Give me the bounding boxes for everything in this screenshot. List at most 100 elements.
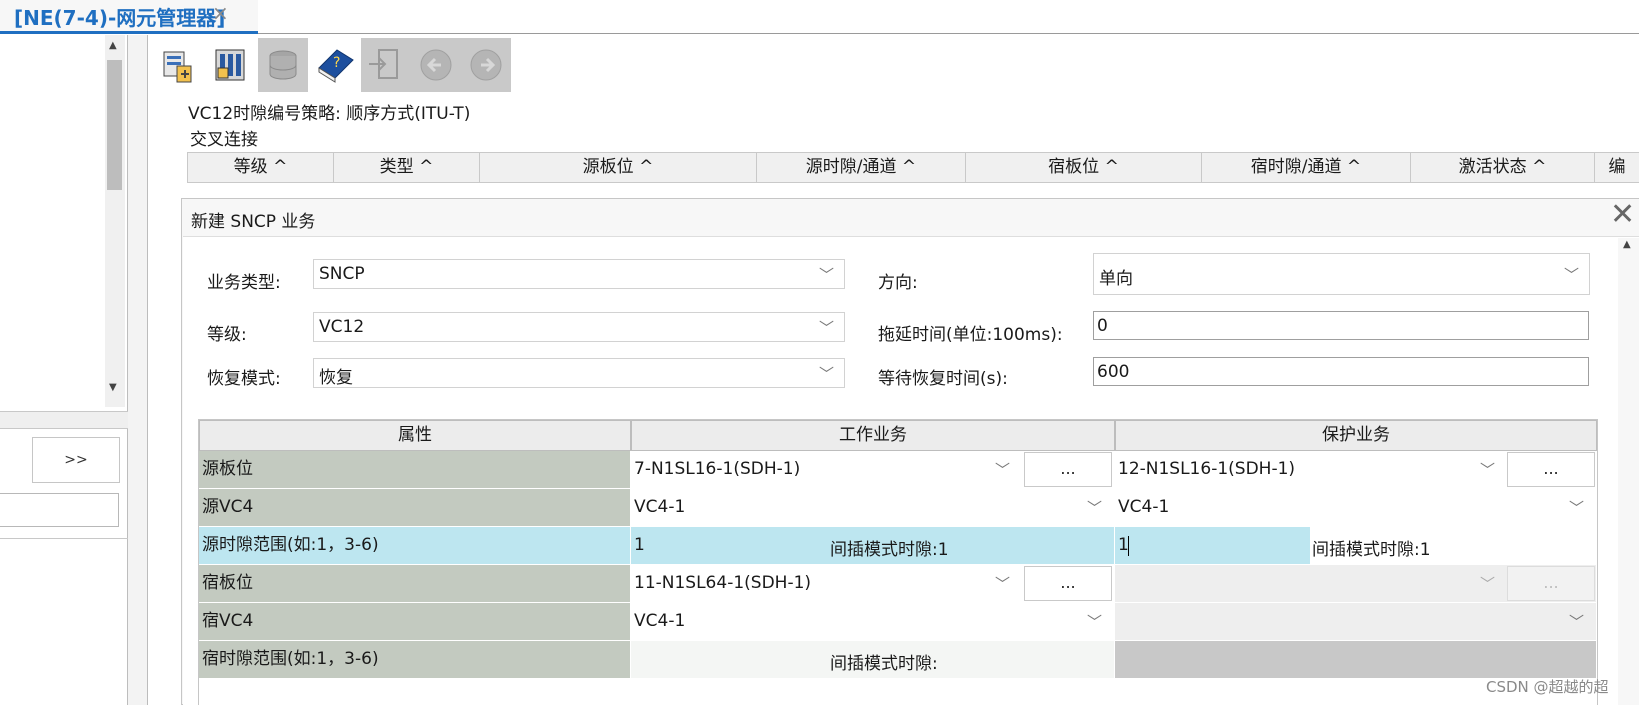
sink-timeslot-work-interleave: 间插模式时隙: (830, 654, 938, 674)
revert-mode-select[interactable]: 恢复 ﹀ (313, 358, 845, 388)
col-sink-board-header[interactable]: 宿板位 ^ (965, 152, 1201, 183)
src-vc4-work-value[interactable]: VC4-1 (634, 497, 685, 517)
sink-timeslot-work-cell[interactable]: 间插模式时隙: (631, 641, 1115, 679)
sink-board-work-cell[interactable]: 11-N1SL64-1(SDH-1) ﹀ ... (631, 565, 1115, 603)
src-timeslot-work-value[interactable]: 1 (634, 535, 645, 555)
panel-divider[interactable] (128, 35, 148, 705)
service-type-select[interactable]: SNCP ﹀ (313, 259, 845, 289)
direction-value: 单向 (1099, 269, 1133, 289)
grid-header-work: 工作业务 (631, 420, 1115, 451)
src-board-prot-value[interactable]: 12-N1SL16-1(SDH-1) (1118, 459, 1295, 479)
hold-off-time-input[interactable]: 0 (1093, 311, 1589, 340)
exit-icon (361, 38, 411, 92)
expand-button[interactable]: >> (32, 437, 120, 483)
row-src-timeslot-label: 源时隙范围(如:1，3-6) (199, 527, 631, 565)
revert-mode-value: 恢复 (319, 368, 353, 388)
left-splitter[interactable] (0, 411, 128, 429)
chevron-down-icon[interactable]: ﹀ (995, 573, 1010, 594)
slot-numbering-strategy: VC12时隙编号策略: 顺序方式(ITU-T) (188, 104, 471, 124)
chevron-down-icon[interactable]: ﹀ (1087, 497, 1102, 518)
row-sink-timeslot-label: 宿时隙范围(如:1，3-6) (199, 641, 631, 679)
ne-config-icon[interactable] (155, 38, 205, 92)
svg-text:?: ? (333, 55, 340, 71)
back-icon (411, 38, 461, 92)
chevron-down-icon[interactable]: ﹀ (1480, 459, 1495, 480)
src-timeslot-work-cell[interactable]: 1 间插模式时隙:1 (631, 527, 1115, 565)
board-icon[interactable] (208, 38, 258, 92)
src-board-work-value[interactable]: 7-N1SL16-1(SDH-1) (634, 459, 800, 479)
tab-ne-manager[interactable]: [NE(7-4)-网元管理器] × (0, 0, 258, 34)
row-src-board-label: 源板位 (199, 451, 631, 489)
tab-close-icon[interactable]: × (212, 1, 229, 25)
chevron-down-icon: ﹀ (1569, 613, 1585, 631)
row-src-vc4-label: 源VC4 (199, 489, 631, 527)
left-scrollbar-thumb[interactable] (107, 60, 122, 190)
revert-mode-label: 恢复模式: (207, 369, 281, 389)
src-board-prot-browse-button[interactable]: ... (1507, 452, 1595, 487)
level-value: VC12 (319, 317, 365, 337)
sink-board-work-browse-button[interactable]: ... (1024, 566, 1112, 601)
chevron-down-icon: ﹀ (818, 365, 834, 383)
src-board-prot-cell[interactable]: 12-N1SL16-1(SDH-1) ﹀ ... (1115, 451, 1597, 489)
grid-header-attribute: 属性 (199, 420, 631, 451)
chevron-down-icon[interactable]: ﹀ (1087, 611, 1102, 632)
cross-connect-label: 交叉连接 (190, 130, 258, 150)
left-lower-panel (0, 538, 128, 705)
sink-board-prot-browse-button: ... (1507, 566, 1595, 601)
sink-timeslot-prot-cell-disabled (1115, 641, 1597, 679)
text-cursor (1128, 536, 1129, 556)
wtr-time-label: 等待恢复时间(s): (878, 369, 1008, 389)
hold-off-time-label: 拖延时间(单位:100ms): (878, 325, 1063, 345)
src-timeslot-prot-interleave: 间插模式时隙:1 (1312, 540, 1431, 560)
src-board-work-cell[interactable]: 7-N1SL16-1(SDH-1) ﹀ ... (631, 451, 1115, 489)
src-timeslot-prot-cell[interactable]: 1 间插模式时隙:1 (1115, 527, 1597, 565)
chevron-down-icon: ﹀ (1480, 575, 1496, 593)
sink-vc4-work-cell[interactable]: VC4-1 ﹀ (631, 603, 1115, 641)
col-src-slot-header[interactable]: 源时隙/通道 ^ (756, 152, 965, 183)
left-search-input[interactable] (0, 493, 119, 527)
direction-select[interactable]: 单向 ﹀ (1093, 253, 1590, 295)
src-timeslot-prot-input[interactable]: 1 (1115, 527, 1310, 564)
level-select[interactable]: VC12 ﹀ (313, 312, 845, 342)
chevron-down-icon[interactable]: ﹀ (1569, 497, 1584, 518)
chevron-down-icon: ﹀ (1563, 266, 1579, 284)
direction-label: 方向: (878, 273, 918, 293)
dialog-close-icon[interactable]: ✕ (1610, 200, 1635, 230)
row-sink-vc4-label: 宿VC4 (199, 603, 631, 641)
col-src-board-header[interactable]: 源板位 ^ (479, 152, 756, 183)
col-active-header[interactable]: 激活状态 ^ (1410, 152, 1594, 183)
tab-title[interactable]: [NE(7-4)-网元管理器] (14, 2, 225, 31)
src-vc4-prot-value[interactable]: VC4-1 (1118, 497, 1169, 517)
dialog-title: 新建 SNCP 业务 (191, 212, 316, 232)
dialog-scroll-up-icon[interactable]: ▲ (1623, 239, 1631, 250)
hold-off-time-value: 0 (1097, 316, 1108, 336)
help-book-icon[interactable]: ? (311, 38, 361, 92)
col-level-header[interactable]: 等级 ^ (187, 152, 333, 183)
wtr-time-input[interactable]: 600 (1093, 357, 1589, 386)
col-type-header[interactable]: 类型 ^ (333, 152, 479, 183)
sink-board-prot-cell-disabled: ﹀ ... (1115, 565, 1597, 603)
col-more-header[interactable]: 编 (1594, 152, 1639, 183)
level-label: 等级: (207, 325, 247, 345)
src-board-work-browse-button[interactable]: ... (1024, 452, 1112, 487)
scroll-down-icon[interactable]: ▼ (109, 382, 117, 393)
scroll-up-icon[interactable]: ▲ (109, 40, 117, 51)
chevron-down-icon: ﹀ (818, 266, 834, 284)
dialog-scrollbar[interactable]: ▲ (1618, 238, 1639, 705)
forward-icon (461, 38, 511, 92)
service-type-value: SNCP (319, 264, 365, 284)
sink-vc4-work-value[interactable]: VC4-1 (634, 611, 685, 631)
chevron-down-icon: ﹀ (818, 319, 834, 337)
wtr-time-value: 600 (1097, 362, 1130, 382)
sink-board-work-value[interactable]: 11-N1SL64-1(SDH-1) (634, 573, 811, 593)
service-type-label: 业务类型: (207, 273, 281, 293)
src-timeslot-work-interleave: 间插模式时隙:1 (830, 540, 949, 560)
src-vc4-work-cell[interactable]: VC4-1 ﹀ (631, 489, 1115, 527)
sink-vc4-prot-cell-disabled: ﹀ (1115, 603, 1597, 641)
col-sink-slot-header[interactable]: 宿时隙/通道 ^ (1201, 152, 1410, 183)
src-vc4-prot-cell[interactable]: VC4-1 ﹀ (1115, 489, 1597, 527)
grid-header-protect: 保护业务 (1115, 420, 1597, 451)
row-sink-board-label: 宿板位 (199, 565, 631, 603)
watermark: CSDN @超越的超 (1486, 678, 1609, 696)
chevron-down-icon[interactable]: ﹀ (995, 459, 1010, 480)
